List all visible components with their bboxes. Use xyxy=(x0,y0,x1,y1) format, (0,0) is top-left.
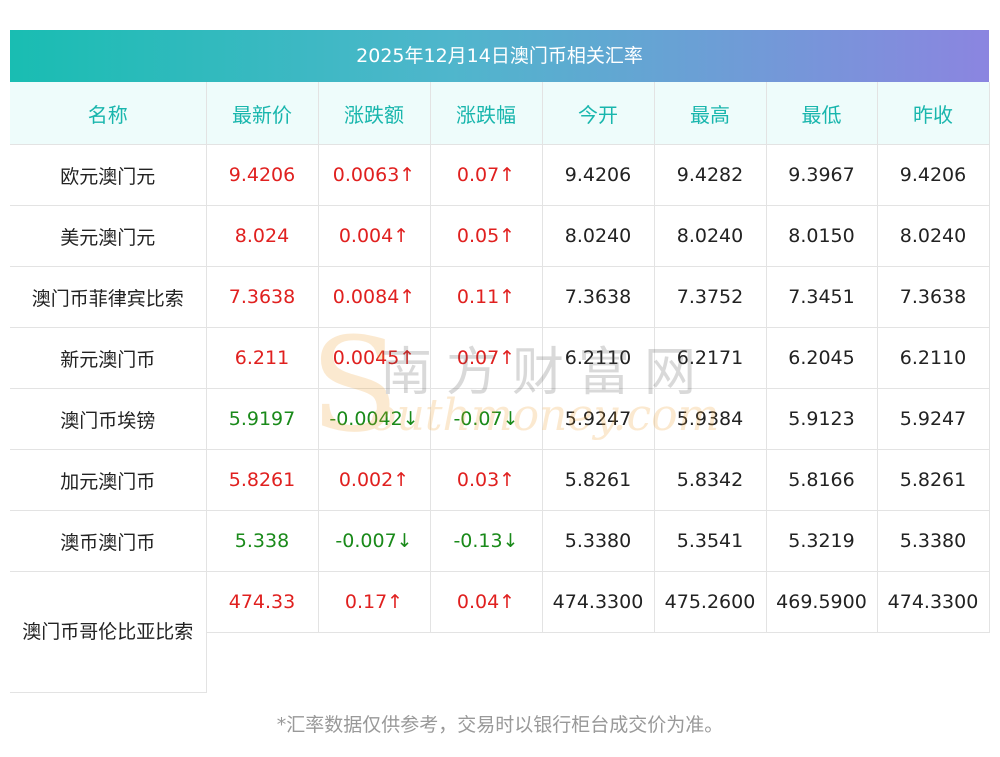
low-price: 9.3967 xyxy=(766,144,878,206)
change-percent: 0.04↑ xyxy=(430,572,543,693)
table-header-row: 名称 最新价 涨跌额 涨跌幅 今开 最高 最低 昨收 xyxy=(10,82,990,145)
high-price: 9.4282 xyxy=(654,144,767,206)
change-percent: 0.03↑ xyxy=(430,449,543,511)
change-amount: -0.007↓ xyxy=(318,510,431,572)
rate-table: 名称 最新价 涨跌额 涨跌幅 今开 最高 最低 昨收 欧元澳门元 9.4206 … xyxy=(10,82,990,693)
footer-disclaimer: *汇率数据仅供参考，交易时以银行柜台成交价为准。 xyxy=(276,714,724,736)
change-amount: 0.17↑ xyxy=(318,572,431,693)
open-price: 9.4206 xyxy=(542,144,655,206)
open-price: 5.3380 xyxy=(542,510,655,572)
col-header-open: 今开 xyxy=(542,82,655,145)
currency-pair-name: 美元澳门元 xyxy=(10,205,207,267)
latest-price: 9.4206 xyxy=(206,144,319,206)
latest-price: 6.211 xyxy=(206,327,319,389)
col-header-pct: 涨跌幅 xyxy=(430,82,543,145)
table-row: 澳币澳门币 5.338 -0.007↓ -0.13↓ 5.3380 5.3541… xyxy=(10,510,990,572)
currency-pair-name: 加元澳门币 xyxy=(10,449,207,511)
table-row: 澳门币哥伦比亚比索 474.33 0.17↑ 0.04↑ 474.3300 47… xyxy=(10,571,990,693)
latest-price: 7.3638 xyxy=(206,266,319,328)
currency-pair-name: 澳门币哥伦比亚比索 xyxy=(10,571,207,693)
open-price: 6.2110 xyxy=(542,327,655,389)
high-price: 6.2171 xyxy=(654,327,767,389)
latest-price: 5.338 xyxy=(206,510,319,572)
change-percent: 0.05↑ xyxy=(430,205,543,267)
change-percent: 0.11↑ xyxy=(430,266,543,328)
change-amount: 0.002↑ xyxy=(318,449,431,511)
col-header-low: 最低 xyxy=(766,82,878,145)
prev-close: 9.4206 xyxy=(877,144,990,206)
low-price: 7.3451 xyxy=(766,266,878,328)
high-price: 8.0240 xyxy=(654,205,767,267)
latest-price: 5.8261 xyxy=(206,449,319,511)
currency-pair-name: 欧元澳门元 xyxy=(10,144,207,206)
low-price: 6.2045 xyxy=(766,327,878,389)
col-header-high: 最高 xyxy=(654,82,767,145)
high-price: 5.8342 xyxy=(654,449,767,511)
table-row: 加元澳门币 5.8261 0.002↑ 0.03↑ 5.8261 5.8342 … xyxy=(10,449,990,511)
latest-price: 8.024 xyxy=(206,205,319,267)
prev-close: 7.3638 xyxy=(877,266,990,328)
prev-close: 474.3300 xyxy=(877,572,990,693)
prev-close: 6.2110 xyxy=(877,327,990,389)
prev-close: 5.3380 xyxy=(877,510,990,572)
table-row: 新元澳门币 6.211 0.0045↑ 0.07↑ 6.2110 6.2171 … xyxy=(10,327,990,389)
change-amount: -0.0042↓ xyxy=(318,388,431,450)
open-price: 5.8261 xyxy=(542,449,655,511)
change-percent: 0.07↑ xyxy=(430,327,543,389)
table-title: 2025年12月14日澳门币相关汇率 xyxy=(10,30,989,82)
table-row: 美元澳门元 8.024 0.004↑ 0.05↑ 8.0240 8.0240 8… xyxy=(10,205,990,267)
high-price: 5.3541 xyxy=(654,510,767,572)
currency-pair-name: 新元澳门币 xyxy=(10,327,207,389)
open-price: 5.9247 xyxy=(542,388,655,450)
prev-close: 5.9247 xyxy=(877,388,990,450)
change-percent: -0.13↓ xyxy=(430,510,543,572)
change-amount: 0.0045↑ xyxy=(318,327,431,389)
table-row: 欧元澳门元 9.4206 0.0063↑ 0.07↑ 9.4206 9.4282… xyxy=(10,144,990,206)
high-price: 5.9384 xyxy=(654,388,767,450)
low-price: 5.3219 xyxy=(766,510,878,572)
open-price: 7.3638 xyxy=(542,266,655,328)
change-amount: 0.004↑ xyxy=(318,205,431,267)
col-header-change: 涨跌额 xyxy=(318,82,431,145)
col-header-prev: 昨收 xyxy=(877,82,990,145)
rate-table-container: 2025年12月14日澳门币相关汇率 名称 最新价 涨跌额 涨跌幅 今开 最高 … xyxy=(10,30,990,693)
change-amount: 0.0063↑ xyxy=(318,144,431,206)
latest-price: 474.33 xyxy=(206,572,319,693)
prev-close: 5.8261 xyxy=(877,449,990,511)
col-header-name: 名称 xyxy=(10,82,207,145)
col-header-latest: 最新价 xyxy=(206,82,319,145)
currency-pair-name: 澳门币菲律宾比索 xyxy=(10,266,207,328)
currency-pair-name: 澳币澳门币 xyxy=(10,510,207,572)
low-price: 5.9123 xyxy=(766,388,878,450)
high-price: 7.3752 xyxy=(654,266,767,328)
change-percent: -0.07↓ xyxy=(430,388,543,450)
latest-price: 5.9197 xyxy=(206,388,319,450)
open-price: 8.0240 xyxy=(542,205,655,267)
high-price: 475.2600 xyxy=(654,572,767,693)
prev-close: 8.0240 xyxy=(877,205,990,267)
low-price: 5.8166 xyxy=(766,449,878,511)
change-amount: 0.0084↑ xyxy=(318,266,431,328)
table-row: 澳门币埃镑 5.9197 -0.0042↓ -0.07↓ 5.9247 5.93… xyxy=(10,388,990,450)
currency-pair-name: 澳门币埃镑 xyxy=(10,388,207,450)
table-row: 澳门币菲律宾比索 7.3638 0.0084↑ 0.11↑ 7.3638 7.3… xyxy=(10,266,990,328)
change-percent: 0.07↑ xyxy=(430,144,543,206)
low-price: 469.5900 xyxy=(766,572,878,693)
open-price: 474.3300 xyxy=(542,572,655,693)
low-price: 8.0150 xyxy=(766,205,878,267)
